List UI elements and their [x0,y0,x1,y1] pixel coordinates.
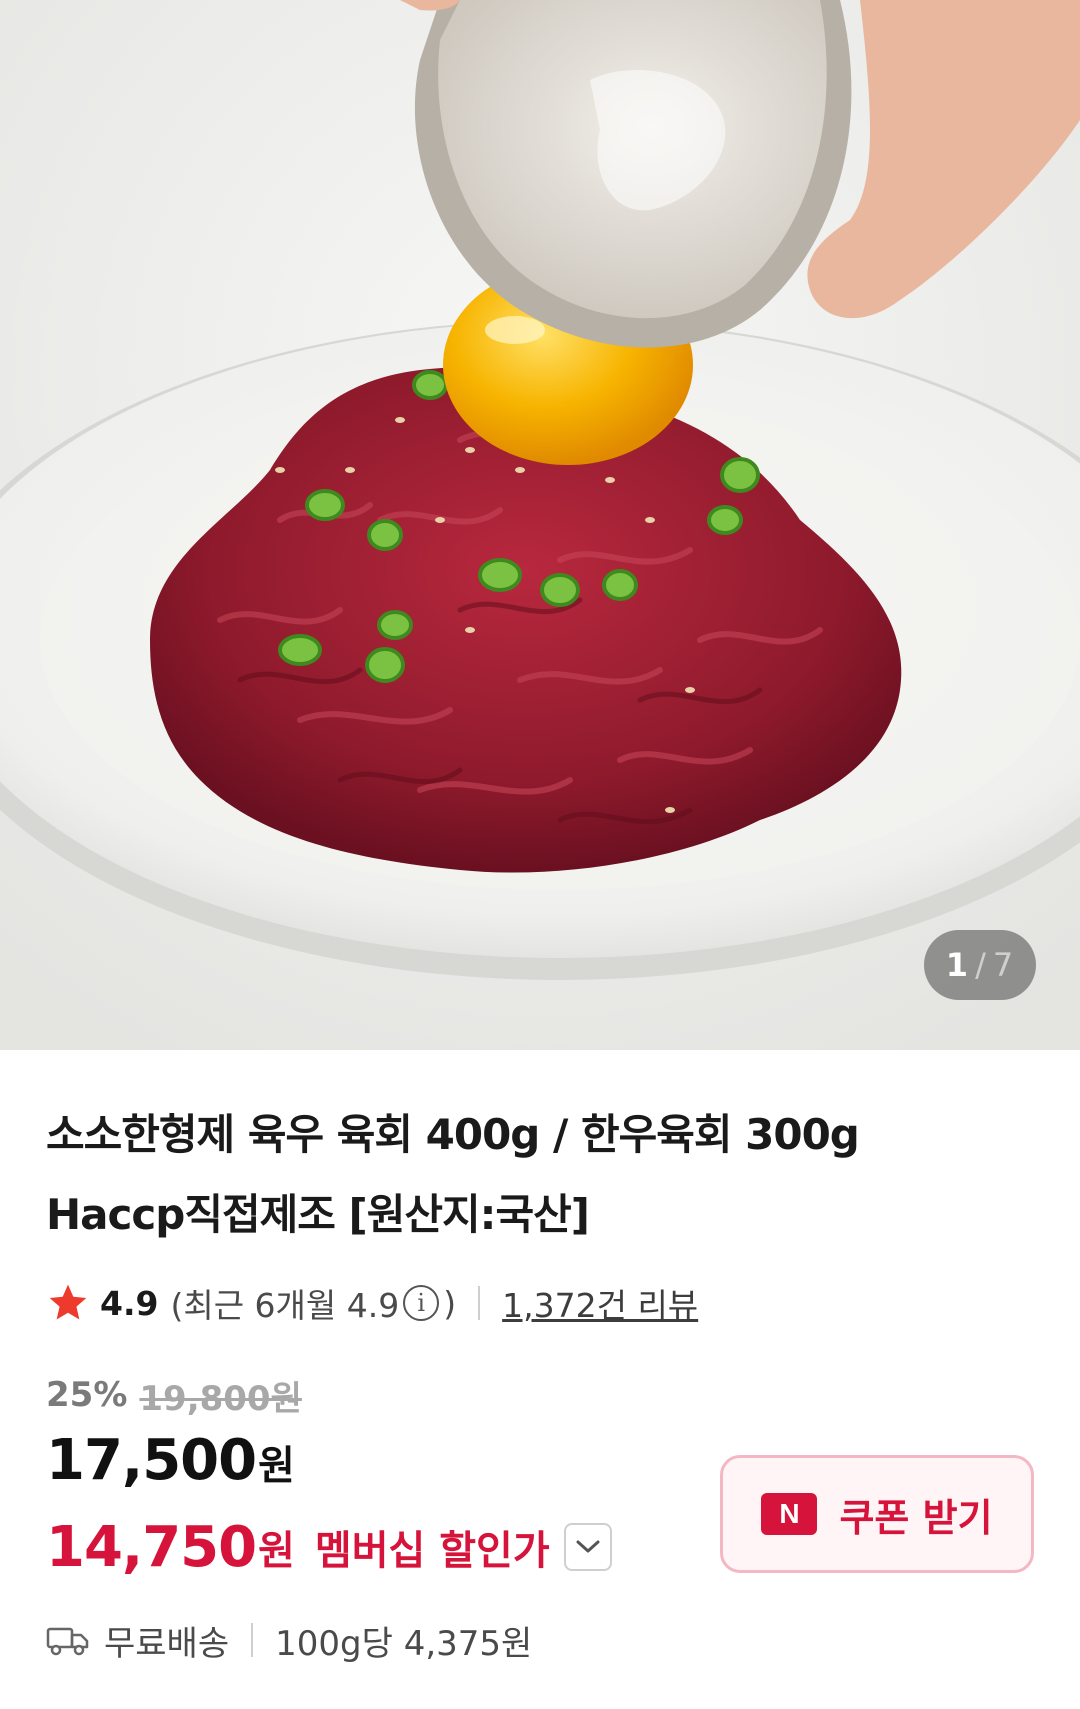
counter-total: 7 [992,946,1015,984]
membership-price: 14,750 [46,1514,257,1580]
rating-score: 4.9 [100,1283,159,1323]
review-count-link[interactable]: 1,372건 리뷰 [502,1279,698,1327]
product-detail-page: 1 / 7 소소한형제 육우 육회 400g / 한우육회 300g Haccp… [0,0,1080,1709]
image-page-counter: 1 / 7 [924,930,1036,1000]
rating-row: 4.9 (최근 6개월 4.9 i ) 1,372건 리뷰 [46,1275,698,1331]
product-title-line1: 소소한형제 육우 육회 400g / 한우육회 300g [46,1110,860,1159]
product-title-line2: Haccp직접제조 [원산지:국산] [46,1190,590,1239]
sale-price-row: 17,500 원 [46,1428,295,1506]
discount-rate: 25% [46,1375,128,1415]
truck-icon [46,1627,89,1656]
product-image-carousel[interactable]: 1 / 7 [0,0,1080,1050]
counter-current: 1 [945,946,970,984]
membership-dropdown-button[interactable] [563,1523,612,1571]
product-image [0,0,1080,1050]
sale-price-currency: 원 [258,1443,295,1489]
recent-rating-text: (최근 6개월 4.9 [170,1286,400,1325]
shipping-row: 무료배송 100g당 4,375원 [46,1612,532,1668]
unit-price: 100g당 4,375원 [275,1623,533,1664]
discount-row: 25% 19,800원 [46,1370,302,1420]
n-pay-logo: N [761,1493,818,1535]
divider [478,1286,481,1320]
original-price: 19,800원 [139,1378,302,1419]
chevron-down-icon [576,1540,600,1553]
shipping-label: 무료배송 [104,1623,230,1664]
sale-price: 17,500 [46,1428,257,1493]
star-icon [49,1284,87,1320]
counter-separator: / [975,946,987,984]
divider [251,1623,254,1657]
product-title: 소소한형제 육우 육회 400g / 한우육회 300g Haccp직접제조 [… [46,1095,1036,1255]
coupon-button[interactable]: N 쿠폰 받기 [720,1455,1034,1573]
membership-price-row: 14,750 원 멤버십 할인가 [46,1512,612,1582]
recent-rating-close: ) [443,1283,457,1323]
info-icon[interactable]: i [403,1285,440,1321]
coupon-label: 쿠폰 받기 [839,1495,993,1540]
membership-price-currency: 원 [258,1528,295,1574]
membership-label: 멤버십 할인가 [314,1528,550,1574]
